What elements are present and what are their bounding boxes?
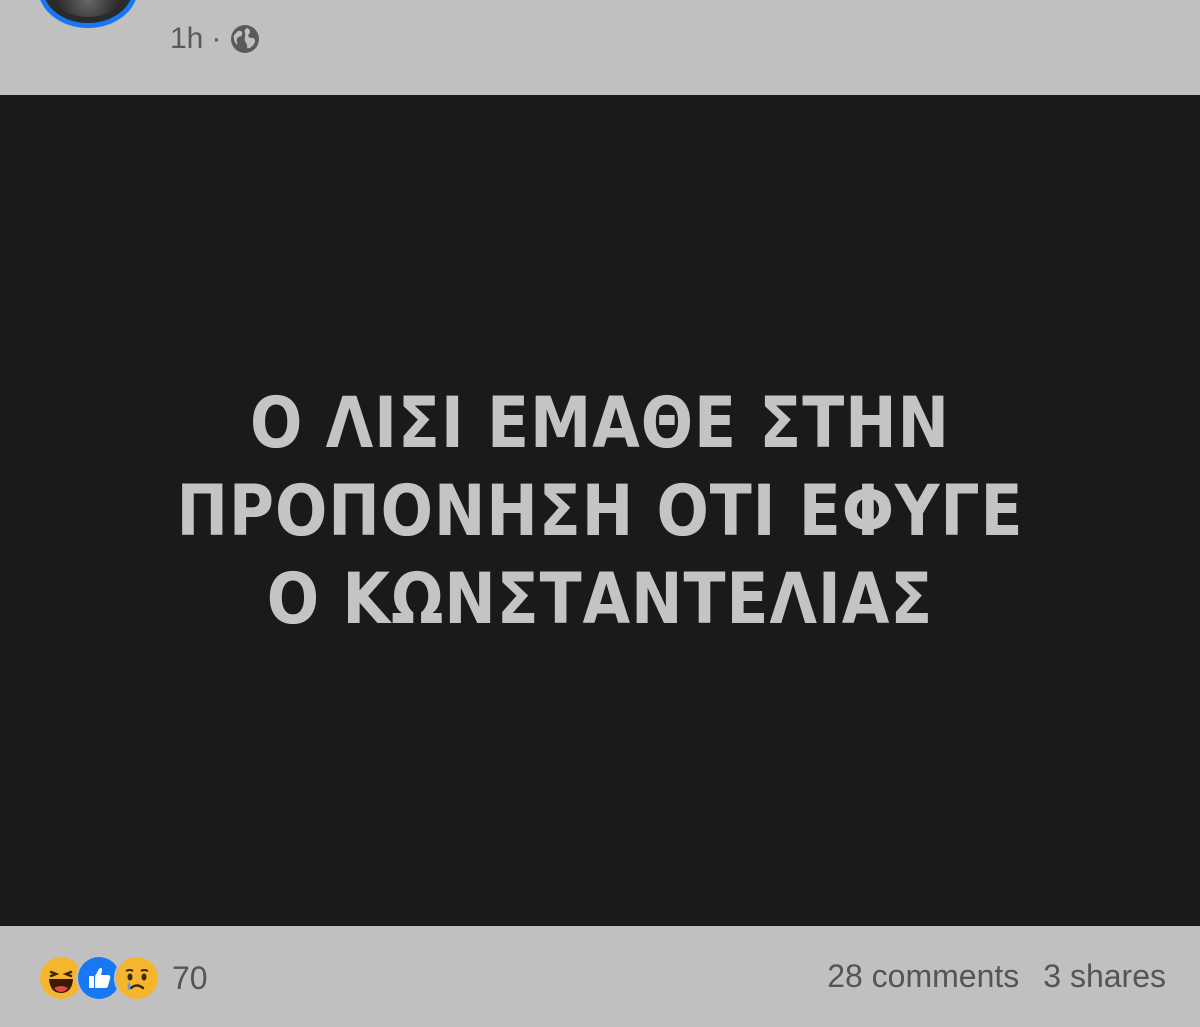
avatar-image xyxy=(49,0,127,17)
post-stats: 28 comments 3 shares xyxy=(827,958,1166,995)
reactions-summary[interactable]: 70 xyxy=(38,955,208,1001)
meta-separator: · xyxy=(211,22,222,55)
reaction-count: 70 xyxy=(172,959,208,996)
post-image[interactable]: Ο ΛΙΣΙ ΕΜΑΘΕ ΣΤΗΝ ΠΡΟΠΟΝΗΣΗ ΟΤΙ ΕΦΥΓΕ Ο … xyxy=(0,95,1200,926)
post-meta: 1h · xyxy=(170,22,261,56)
post-time[interactable]: 1h xyxy=(170,22,203,56)
comments-count[interactable]: 28 comments xyxy=(827,958,1019,995)
sad-icon xyxy=(114,955,160,1001)
avatar[interactable] xyxy=(38,0,138,28)
shares-count[interactable]: 3 shares xyxy=(1043,958,1166,995)
post-image-text: Ο ΛΙΣΙ ΕΜΑΘΕ ΣΤΗΝ ΠΡΟΠΟΝΗΣΗ ΟΤΙ ΕΦΥΓΕ Ο … xyxy=(176,381,1024,640)
globe-icon xyxy=(229,23,261,55)
post-header: 1h · xyxy=(0,0,1200,95)
